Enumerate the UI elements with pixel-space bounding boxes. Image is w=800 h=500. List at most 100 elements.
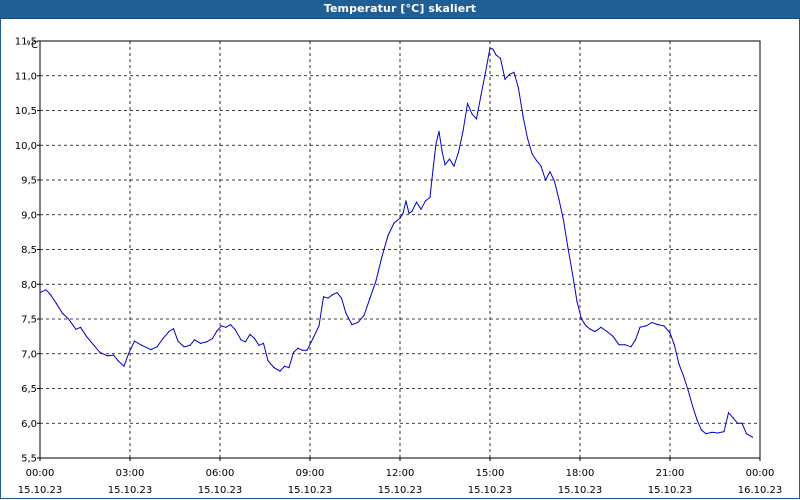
data-point	[535, 159, 538, 162]
data-point	[99, 351, 101, 353]
data-point	[168, 330, 170, 333]
data-point	[513, 71, 515, 73]
data-point	[457, 151, 460, 153]
data-point	[687, 389, 689, 391]
x-tick-time-label: 21:00	[656, 468, 685, 479]
data-point	[504, 78, 506, 80]
data-point	[172, 328, 175, 330]
data-point	[727, 412, 730, 414]
x-tick-date-label: 15.10.23	[468, 485, 513, 496]
data-point	[375, 280, 377, 282]
data-point	[49, 294, 52, 296]
y-tick-label: 8,0	[21, 280, 37, 291]
data-point	[558, 198, 560, 201]
data-point	[429, 196, 431, 198]
data-point	[240, 339, 242, 341]
y-tick-label: 11,0	[15, 71, 37, 82]
data-point	[220, 325, 223, 327]
y-axis-unit-label: °C	[26, 40, 38, 51]
data-point	[141, 344, 143, 346]
data-point	[211, 337, 214, 340]
data-point	[39, 292, 41, 294]
data-point	[424, 200, 427, 202]
data-point	[162, 337, 164, 340]
data-point	[85, 335, 88, 337]
data-point	[471, 113, 473, 115]
data-point	[453, 165, 455, 167]
data-point	[150, 349, 152, 351]
data-point	[225, 326, 227, 328]
x-tick-time-label: 15:00	[476, 468, 505, 479]
data-point	[612, 335, 614, 337]
grid-layer	[40, 41, 760, 458]
y-tick-label: 9,0	[21, 210, 37, 221]
data-point	[363, 314, 365, 317]
data-point	[156, 346, 158, 348]
data-point	[244, 341, 247, 343]
data-point	[444, 164, 446, 166]
data-point	[327, 297, 329, 299]
data-point	[705, 433, 707, 435]
data-point	[345, 312, 347, 314]
y-tick-label: 5,5	[21, 454, 37, 465]
y-tick-label: 8,5	[21, 245, 37, 256]
x-tick-date-label: 15.10.23	[288, 485, 333, 496]
data-point	[279, 370, 281, 372]
data-point	[79, 326, 82, 328]
data-point	[462, 130, 464, 132]
data-point	[736, 422, 739, 424]
x-tick-time-label: 00:00	[746, 468, 775, 479]
data-point	[262, 342, 265, 344]
data-point	[177, 340, 179, 342]
data-point	[475, 118, 478, 120]
data-point	[678, 363, 680, 365]
data-point	[526, 137, 529, 139]
data-point	[402, 212, 404, 214]
data-point	[438, 130, 440, 132]
data-point	[492, 48, 494, 50]
data-point	[301, 349, 304, 351]
data-point	[508, 73, 511, 75]
data-point	[75, 328, 77, 330]
x-tick-time-label: 12:00	[386, 468, 415, 479]
data-point	[639, 326, 641, 328]
data-point	[553, 180, 556, 182]
data-point	[351, 324, 353, 326]
data-point	[723, 431, 725, 433]
x-tick-date-label: 15.10.23	[108, 485, 153, 496]
x-tick-time-label: 03:00	[116, 468, 145, 479]
data-point	[193, 339, 196, 341]
data-point	[106, 355, 109, 357]
data-point	[480, 94, 482, 96]
data-point	[682, 375, 685, 377]
x-tick-time-label: 09:00	[296, 468, 325, 479]
data-point	[571, 273, 574, 275]
x-axis-ticks: 00:00 15.10.23 03:00 15.10.23 06:00 15.10.23 0…	[18, 458, 783, 496]
y-tick-label: 10,0	[15, 141, 37, 152]
data-point	[336, 292, 338, 294]
data-point	[340, 297, 343, 299]
data-point	[67, 318, 70, 320]
data-point	[45, 289, 47, 291]
data-point	[189, 344, 191, 346]
data-point	[499, 57, 502, 60]
data-point	[441, 150, 443, 152]
data-point	[751, 436, 754, 438]
y-tick-label: 10,5	[15, 106, 37, 117]
data-point	[312, 337, 314, 340]
data-point	[205, 341, 208, 343]
data-point	[253, 337, 256, 340]
data-point	[669, 332, 671, 334]
data-point	[322, 296, 325, 298]
data-point	[606, 330, 608, 333]
data-point	[61, 312, 64, 314]
data-point	[691, 405, 694, 407]
data-point	[495, 54, 497, 56]
x-tick-date-label: 15.10.23	[18, 485, 63, 496]
data-point	[522, 115, 524, 117]
data-point	[540, 165, 542, 167]
data-point	[234, 328, 236, 330]
data-point	[387, 235, 389, 237]
data-point	[549, 171, 551, 173]
x-tick-date-label: 16.10.23	[738, 485, 783, 496]
